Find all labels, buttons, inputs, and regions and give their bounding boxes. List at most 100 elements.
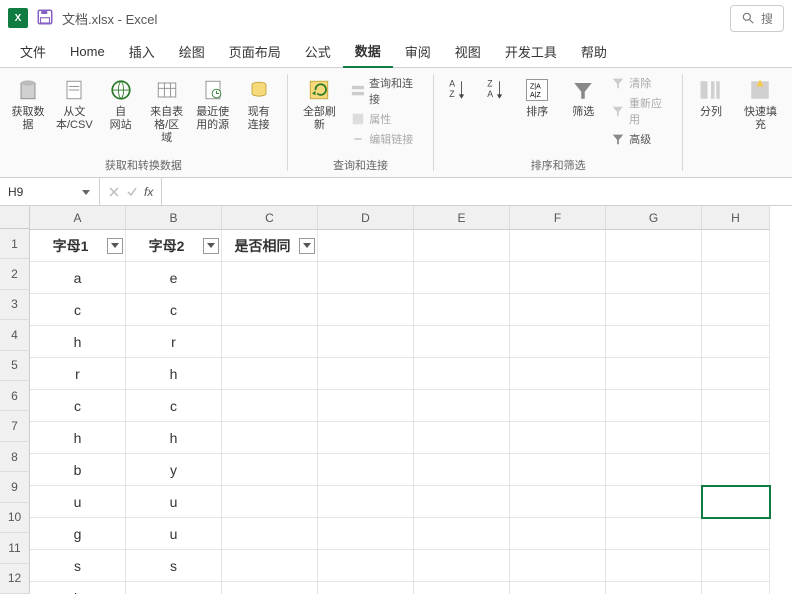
cell-E2[interactable]: [414, 262, 510, 294]
cell-F12[interactable]: [510, 582, 606, 594]
name-box[interactable]: H9: [0, 178, 100, 205]
cell-H4[interactable]: [702, 326, 770, 358]
cell-F2[interactable]: [510, 262, 606, 294]
cell-C3[interactable]: [222, 294, 318, 326]
menu-绘图[interactable]: 绘图: [167, 36, 217, 67]
menu-公式[interactable]: 公式: [293, 36, 343, 67]
cell-D1[interactable]: [318, 230, 414, 262]
cell-G7[interactable]: [606, 422, 702, 454]
cell-B11[interactable]: s: [126, 550, 222, 582]
queries-connections-button[interactable]: 查询和连接: [347, 74, 427, 108]
cell-D6[interactable]: [318, 390, 414, 422]
cell-H9[interactable]: [702, 486, 770, 518]
cell-A12[interactable]: k: [30, 582, 126, 594]
ribbon-btn-5[interactable]: 现有连接: [237, 72, 281, 136]
col-header[interactable]: C: [222, 206, 318, 230]
ribbon-btn-4[interactable]: 最近使用的源: [191, 72, 235, 136]
row-header[interactable]: 4: [0, 320, 30, 350]
sort-asc-button[interactable]: AZ: [440, 72, 475, 108]
cell-C9[interactable]: [222, 486, 318, 518]
cell-E1[interactable]: [414, 230, 510, 262]
row-header[interactable]: 10: [0, 503, 30, 533]
cell-G6[interactable]: [606, 390, 702, 422]
cell-E8[interactable]: [414, 454, 510, 486]
cell-F1[interactable]: [510, 230, 606, 262]
menu-插入[interactable]: 插入: [117, 36, 167, 67]
menu-开发工具[interactable]: 开发工具: [493, 36, 569, 67]
cell-A3[interactable]: c: [30, 294, 126, 326]
cell-C6[interactable]: [222, 390, 318, 422]
col-header[interactable]: D: [318, 206, 414, 230]
cell-B4[interactable]: r: [126, 326, 222, 358]
cell-D2[interactable]: [318, 262, 414, 294]
cell-H12[interactable]: [702, 582, 770, 594]
row-header[interactable]: 3: [0, 290, 30, 320]
row-header[interactable]: 7: [0, 411, 30, 441]
cell-G4[interactable]: [606, 326, 702, 358]
col-header[interactable]: G: [606, 206, 702, 230]
cell-A10[interactable]: g: [30, 518, 126, 550]
cell-G1[interactable]: [606, 230, 702, 262]
cell-B5[interactable]: h: [126, 358, 222, 390]
cell-C8[interactable]: [222, 454, 318, 486]
menu-审阅[interactable]: 审阅: [393, 36, 443, 67]
cell-G5[interactable]: [606, 358, 702, 390]
ribbon-btn-2[interactable]: 自网站: [99, 72, 143, 136]
text-to-columns-button[interactable]: 分列: [689, 72, 733, 123]
cell-G2[interactable]: [606, 262, 702, 294]
cell-A8[interactable]: b: [30, 454, 126, 486]
ribbon-btn-3[interactable]: 来自表格/区域: [145, 72, 189, 150]
cell-A2[interactable]: a: [30, 262, 126, 294]
cell-B12[interactable]: e: [126, 582, 222, 594]
col-header[interactable]: A: [30, 206, 126, 230]
cell-A7[interactable]: h: [30, 422, 126, 454]
cell-D4[interactable]: [318, 326, 414, 358]
cell-G3[interactable]: [606, 294, 702, 326]
search-box[interactable]: 搜: [730, 5, 784, 32]
cell-F4[interactable]: [510, 326, 606, 358]
cell-C10[interactable]: [222, 518, 318, 550]
cell-C11[interactable]: [222, 550, 318, 582]
cell-D9[interactable]: [318, 486, 414, 518]
save-icon[interactable]: [36, 8, 54, 29]
menu-帮助[interactable]: 帮助: [569, 36, 619, 67]
cell-F5[interactable]: [510, 358, 606, 390]
cell-G8[interactable]: [606, 454, 702, 486]
cell-E6[interactable]: [414, 390, 510, 422]
cell-F7[interactable]: [510, 422, 606, 454]
cell-H8[interactable]: [702, 454, 770, 486]
cell-B2[interactable]: e: [126, 262, 222, 294]
sort-button[interactable]: Z|AA|Z排序: [515, 72, 559, 123]
cell-F3[interactable]: [510, 294, 606, 326]
menu-文件[interactable]: 文件: [8, 36, 58, 67]
cell-C12[interactable]: [222, 582, 318, 594]
cell-A6[interactable]: c: [30, 390, 126, 422]
cell-F8[interactable]: [510, 454, 606, 486]
cell-B9[interactable]: u: [126, 486, 222, 518]
row-header[interactable]: 12: [0, 564, 30, 594]
fx-label[interactable]: fx: [144, 185, 153, 199]
cell-A4[interactable]: h: [30, 326, 126, 358]
cell-G9[interactable]: [606, 486, 702, 518]
ribbon-btn-1[interactable]: 从文本/CSV: [52, 72, 97, 136]
cancel-icon[interactable]: [108, 186, 120, 198]
cell-D7[interactable]: [318, 422, 414, 454]
menu-Home[interactable]: Home: [58, 38, 117, 65]
cell-G11[interactable]: [606, 550, 702, 582]
cell-E9[interactable]: [414, 486, 510, 518]
row-header[interactable]: 8: [0, 442, 30, 472]
cell-E5[interactable]: [414, 358, 510, 390]
cell-E12[interactable]: [414, 582, 510, 594]
ribbon-btn-0[interactable]: 获取数据: [6, 72, 50, 136]
cell-H7[interactable]: [702, 422, 770, 454]
row-header[interactable]: 1: [0, 229, 30, 259]
menu-页面布局[interactable]: 页面布局: [217, 36, 293, 67]
formula-bar[interactable]: [161, 178, 792, 205]
cell-E3[interactable]: [414, 294, 510, 326]
cell-B6[interactable]: c: [126, 390, 222, 422]
cell-G12[interactable]: [606, 582, 702, 594]
cell-B3[interactable]: c: [126, 294, 222, 326]
advanced-filter-button[interactable]: 高级: [607, 130, 676, 148]
cell-A5[interactable]: r: [30, 358, 126, 390]
filter-dropdown-icon[interactable]: [203, 238, 219, 254]
